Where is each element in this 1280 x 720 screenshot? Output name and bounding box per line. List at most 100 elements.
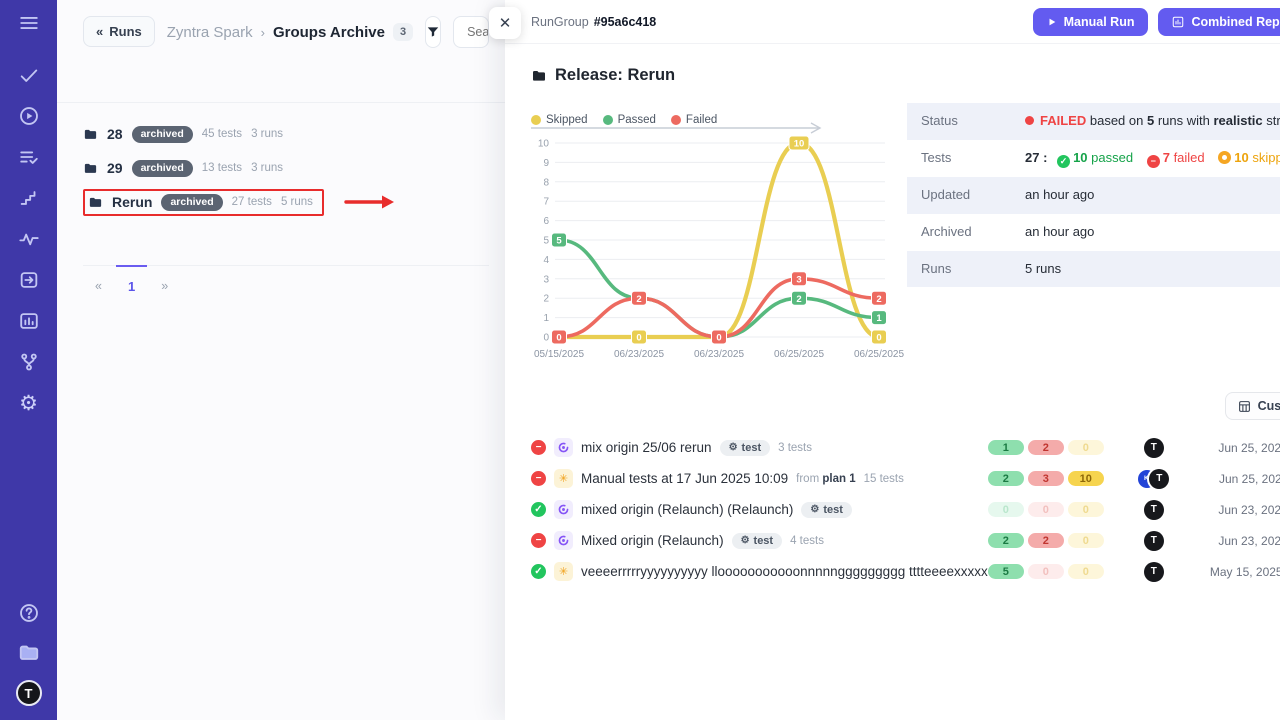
sign-in-icon[interactable] [16,267,42,293]
archived-badge: archived [132,126,193,143]
help-icon[interactable] [16,600,42,626]
run-tests-count: 3 tests [778,442,812,454]
back-to-runs-button[interactable]: « Runs [83,16,155,47]
tests-separator: : [1043,150,1047,165]
archived-badge: archived [132,160,193,177]
group-row-rerun[interactable]: Rerunarchived27 tests5 runs [83,185,495,219]
rungroup-id: #95a6c418 [594,15,657,29]
pagination-prev[interactable]: « [83,266,114,294]
group-row-29[interactable]: 29archived13 tests3 runs [83,151,495,185]
tag-badge[interactable]: ⚙test [801,502,852,518]
avatar[interactable]: T [1149,469,1169,489]
entity-label: RunGroup [531,15,589,29]
avatar[interactable]: T [1144,562,1164,582]
group-name: 29 [107,160,123,176]
play-icon [1047,17,1057,27]
search-input[interactable] [467,25,489,39]
pagination-next[interactable]: » [149,266,180,294]
run-name[interactable]: mix origin 25/06 rerun [581,440,712,455]
archived-value: an hour ago [1025,223,1280,242]
run-row[interactable]: −Mixed origin (Relaunch)⚙test4 tests220T… [531,525,1280,556]
group-row-28[interactable]: 28archived45 tests3 runs [83,117,495,151]
run-avatars: KIT [1110,469,1198,489]
check-icon[interactable] [16,62,42,88]
minus-circle-icon: − [1147,155,1160,168]
svg-text:9: 9 [543,158,549,169]
run-row[interactable]: ✓mixed origin (Relaunch) (Relaunch)⚙test… [531,494,1280,525]
trend-chart: 01234567891005/15/202506/23/202506/23/20… [531,131,893,370]
run-row[interactable]: −mix origin 25/06 rerun⚙test3 tests120TJ… [531,432,1280,463]
bar-chart-icon[interactable] [16,308,42,334]
runs-value: 5 runs [1025,260,1280,279]
menu-icon[interactable] [16,10,42,36]
pagination: « 1 » [83,265,489,294]
automated-run-icon [554,531,573,550]
avatar[interactable]: T [1144,500,1164,520]
manual-run-icon: ✳ [554,562,573,581]
check-circle-icon: ✓ [1057,155,1070,168]
run-avatars: T [1110,531,1198,551]
run-info: −Mixed origin (Relaunch)⚙test4 tests [531,531,988,550]
user-avatar[interactable]: T [16,680,42,706]
legend-item-failed[interactable]: Failed [671,114,717,126]
run-tests-count: 4 tests [790,535,824,547]
meta-row-runs: Runs 5 runs [907,251,1280,288]
app-sidebar: ⚙ T [0,0,57,720]
failed-pill: 2 [1028,533,1064,548]
run-info: ✓mixed origin (Relaunch) (Relaunch)⚙test [531,500,988,519]
search-box[interactable] [453,16,489,48]
branch-icon[interactable] [16,349,42,375]
steps-icon[interactable] [16,185,42,211]
avatar[interactable]: T [1144,531,1164,551]
breadcrumb-project[interactable]: Zyntra Spark [167,24,253,41]
group-runs-count: 3 runs [251,128,283,140]
panel-close-button[interactable]: ✕ [489,7,521,39]
avatar[interactable]: T [1144,438,1164,458]
run-avatars: T [1110,438,1198,458]
skipped-pill: 0 [1068,533,1104,548]
pagination-page-1[interactable]: 1 [116,266,147,294]
run-name[interactable]: Manual tests at 17 Jun 2025 10:09 [581,471,788,486]
filter-funnel-icon [426,25,440,39]
table-grid-icon [1238,400,1251,413]
skipped-pill: 0 [1068,564,1104,579]
status-label: Status [921,112,1025,131]
svg-text:0: 0 [636,333,641,344]
folder-icon [83,161,98,176]
filter-button[interactable] [425,16,441,48]
folder-icon[interactable] [16,640,42,666]
automated-run-icon [554,500,573,519]
tag-badge[interactable]: ⚙test [720,440,771,456]
manual-run-button[interactable]: Manual Run [1033,8,1149,36]
runs-label: Runs [921,260,1025,279]
run-date: Jun 23, 2025 5:54 PM [1198,503,1280,517]
run-row[interactable]: ✓✳veeeerrrrryyyyyyyyyy llooooooooooonnnn… [531,556,1280,587]
gear-icon[interactable]: ⚙ [16,390,42,416]
group-tests-count: 45 tests [202,128,242,140]
gear-icon: ⚙ [741,535,750,546]
list-check-icon[interactable] [16,144,42,170]
svg-text:0: 0 [716,333,721,344]
custom-view-button[interactable]: Custom view [1225,392,1280,420]
svg-text:10: 10 [538,139,550,150]
combined-report-button[interactable]: Combined Report [1158,8,1280,36]
run-date: Jun 23, 2025 4:58 PM [1198,534,1280,548]
legend-item-skipped[interactable]: Skipped [531,114,588,126]
tag-badge[interactable]: ⚙test [732,533,783,549]
legend-item-passed[interactable]: Passed [603,114,656,126]
run-name[interactable]: Mixed origin (Relaunch) [581,533,724,548]
svg-text:05/15/2025: 05/15/2025 [534,349,584,360]
group-tests-count: 27 tests [232,196,272,208]
run-name[interactable]: mixed origin (Relaunch) (Relaunch) [581,502,793,517]
run-row[interactable]: −✳Manual tests at 17 Jun 2025 10:09from … [531,463,1280,494]
group-list: 28archived45 tests3 runs29archived13 tes… [57,103,505,219]
run-date: Jun 25, 2025 1:36 PM [1198,441,1280,455]
svg-text:0: 0 [876,333,881,344]
rungroup-title-row: Release: Rerun [531,66,1280,85]
skipped-pill: 0 [1068,502,1104,517]
run-name[interactable]: veeeerrrrryyyyyyyyyy llooooooooooonnnnng… [581,564,988,579]
archived-badge: archived [161,194,222,211]
run-from-plan: from plan 1 [796,473,855,485]
activity-icon[interactable] [16,226,42,252]
play-circle-icon[interactable] [16,103,42,129]
